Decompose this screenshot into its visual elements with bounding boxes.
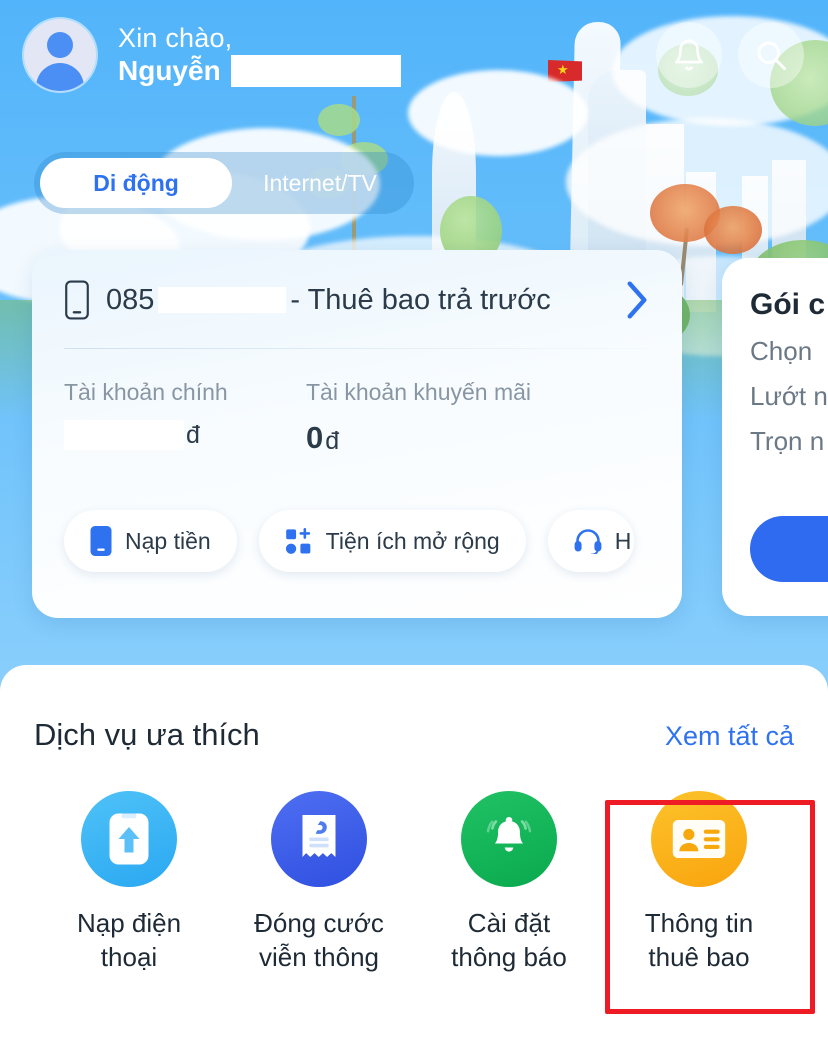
promo-account-value: 0 đ [306, 420, 531, 456]
service-icon-circle [271, 791, 367, 887]
service-item-dong-cuoc-vien-thong[interactable]: Đóng cước viễn thông [224, 791, 414, 975]
package-card-title: Gói c [750, 288, 826, 321]
avatar-body [36, 63, 84, 91]
foliage-autumn [704, 206, 762, 254]
main-account-block: Tài khoản chính đ [64, 379, 306, 456]
avatar[interactable] [24, 19, 96, 91]
page-title: Dịch vụ ưa thích [34, 717, 260, 752]
favorite-services-panel: Dịch vụ ưa thích Xem tất cả Nạp điện tho… [0, 665, 828, 1040]
extensions-label: Tiện ích mở rộng [325, 527, 500, 554]
promo-account-block: Tài khoản khuyến mãi 0 đ [306, 379, 531, 456]
main-account-value: đ [64, 420, 306, 450]
msisdn-prefix: 085 [106, 283, 155, 316]
see-all-link[interactable]: Xem tất cả [665, 721, 794, 752]
headset-icon [574, 529, 602, 554]
invoice-icon [302, 815, 336, 857]
bell-icon [674, 39, 704, 71]
promo-account-amount: 0 [306, 420, 324, 455]
greeting-name: Nguyễn [118, 55, 221, 87]
promo-account-label: Tài khoản khuyến mãi [306, 379, 532, 405]
service-label: Thông tin thuê bao [644, 908, 754, 972]
service-icon-circle [461, 791, 557, 887]
phone-arrow-up-icon [109, 813, 149, 865]
balances-row: Tài khoản chính đ Tài khoản khuyến mãi 0… [64, 379, 650, 456]
chevron-right-icon[interactable] [624, 280, 650, 320]
service-item-nap-dien-thoai[interactable]: Nạp điện thoại [34, 791, 224, 975]
msisdn-row[interactable]: 085 - Thuê bao trả trước [64, 280, 650, 320]
id-card-icon [672, 819, 726, 859]
redacted-msisdn-block [158, 287, 287, 313]
package-card-cta-button[interactable] [750, 516, 828, 582]
service-type-tabs: Di động Internet/TV [34, 152, 414, 214]
top-bar: Xin chào, Nguyễn [0, 0, 828, 110]
card-action-buttons: Nạp tiền Tiện ích mở rộng H [64, 510, 684, 572]
subscriber-card[interactable]: 085 - Thuê bao trả trước Tài khoản chính… [32, 250, 682, 618]
top-bar-actions [656, 22, 804, 88]
main-account-unit: đ [186, 421, 200, 449]
service-icon-circle [651, 791, 747, 887]
service-item-cai-dat-thong-bao[interactable]: Cài đặt thông báo [414, 791, 604, 975]
notification-button[interactable] [656, 22, 722, 88]
phone-topup-icon [90, 526, 112, 556]
favorite-services-header: Dịch vụ ưa thích Xem tất cả [34, 717, 794, 753]
redacted-name-block [230, 54, 401, 87]
greeting-name-row: Nguyễn [118, 54, 401, 87]
bell-ring-icon [486, 816, 532, 852]
cloud [566, 118, 828, 246]
service-item-thong-tin-thue-bao[interactable]: Thông tin thuê bao [604, 791, 794, 975]
service-icon-circle [81, 791, 177, 887]
favorite-services-grid: Nạp điện thoại Đóng cước viễn thông Cài … [34, 791, 794, 975]
package-card-line-3: Trọn n [750, 426, 825, 456]
package-card-line-2: Lướt n [750, 381, 828, 411]
support-button[interactable]: H [547, 510, 634, 572]
foliage-autumn [650, 184, 720, 242]
card-divider [64, 348, 650, 349]
main-account-label: Tài khoản chính [64, 379, 228, 405]
tab-di-dong[interactable]: Di động [40, 158, 232, 208]
tab-internet-tv[interactable]: Internet/TV [232, 158, 408, 208]
apps-plus-icon [285, 528, 310, 554]
topup-label: Nạp tiền [125, 527, 211, 554]
building-right-2 [686, 172, 716, 312]
msisdn-text: 085 - Thuê bao trả trước [106, 284, 551, 317]
package-card[interactable]: Gói c Chọn Lướt n Trọn n [722, 258, 828, 616]
greeting-block: Xin chào, Nguyễn [118, 23, 401, 88]
service-label: Nạp điện thoại [76, 908, 182, 972]
promo-account-unit: đ [325, 427, 340, 455]
redacted-balance-block [64, 420, 184, 450]
topup-button[interactable]: Nạp tiền [64, 510, 237, 572]
app-root: Xin chào, Nguyễn Di động Int [0, 0, 828, 1040]
search-button[interactable] [738, 22, 804, 88]
extensions-button[interactable]: Tiện ích mở rộng [258, 510, 526, 572]
avatar-head [47, 32, 73, 58]
mobile-phone-icon [65, 280, 89, 320]
greeting-hello: Xin chào, [118, 22, 233, 53]
service-label: Cài đặt thông báo [451, 908, 567, 972]
service-label: Đóng cước viễn thông [254, 908, 384, 972]
msisdn-suffix: - Thuê bao trả trước [290, 283, 551, 316]
search-icon [757, 41, 786, 70]
support-label: H [614, 527, 632, 554]
package-card-line-1: Chọn [750, 336, 813, 366]
